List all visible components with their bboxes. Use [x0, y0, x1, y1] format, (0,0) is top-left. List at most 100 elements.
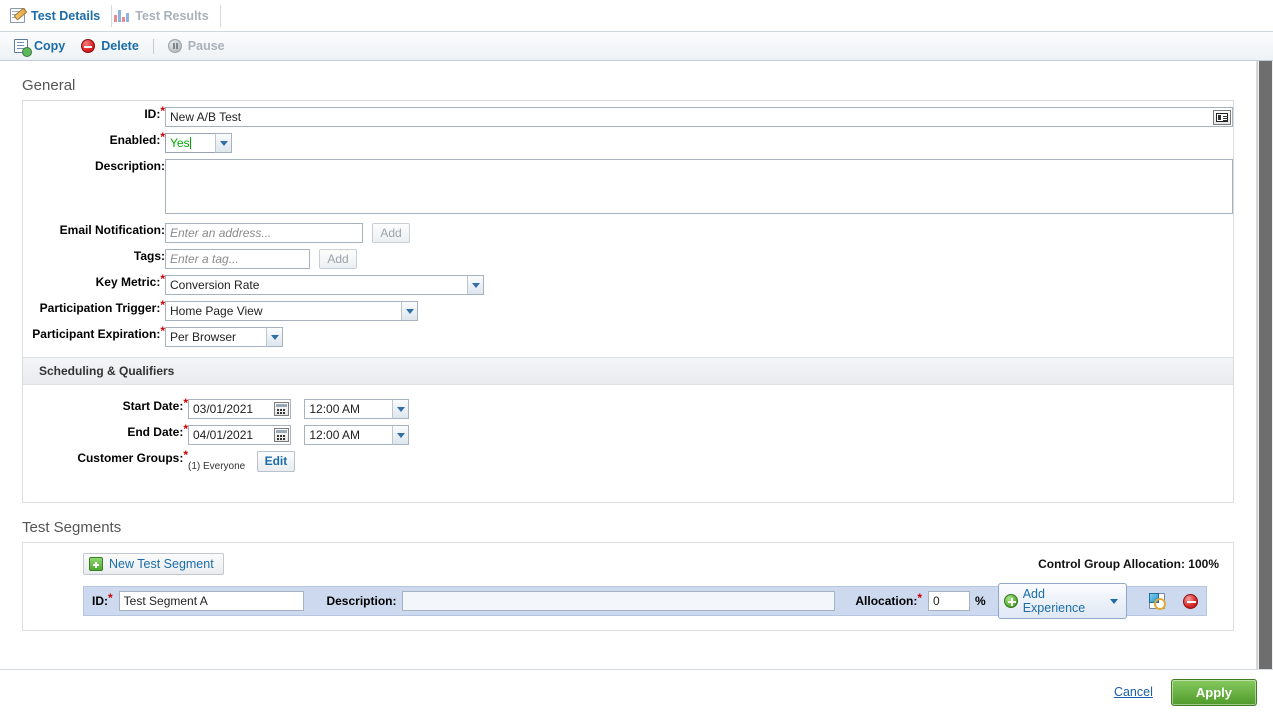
new-test-segment-button[interactable]: New Test Segment — [83, 553, 224, 575]
email-notification-input[interactable] — [165, 223, 363, 243]
email-notification-field-cell: Add — [165, 223, 1233, 243]
tags-label-cell: Tags: — [23, 249, 165, 269]
description-field-cell — [165, 159, 1233, 217]
document-edit-icon — [10, 8, 25, 23]
action-toolbar: Copy Delete Pause — [0, 32, 1273, 61]
enabled-label-cell: Enabled:* — [23, 131, 165, 153]
copy-icon — [14, 39, 32, 57]
end-date-picker — [188, 425, 291, 445]
general-form: ID:* Enabled:* — [23, 101, 1233, 347]
form-content: General ID:* New A/B Test Enabled:* Yes … — [0, 77, 1256, 661]
pause-button[interactable]: Pause — [164, 37, 237, 55]
description-label: Description: — [94, 159, 165, 173]
delete-button[interactable]: Delete — [77, 37, 151, 55]
start-date-picker — [188, 399, 291, 419]
customer-groups-value: (1) Everyone — [188, 461, 246, 472]
calendar-icon[interactable] — [274, 402, 289, 416]
email-notification-label: Email Notification: — [59, 223, 165, 237]
cancel-link[interactable]: Cancel — [1114, 685, 1153, 699]
plus-square-icon — [89, 557, 103, 571]
scrollbar-thumb[interactable] — [1259, 61, 1272, 669]
segment-description-label: Description: — [326, 594, 397, 608]
vertical-scrollbar[interactable] — [1257, 61, 1273, 714]
tab-strip: Test Details Test Results — [0, 0, 1273, 32]
start-date-label-cell: Start Date:* — [23, 397, 188, 419]
id-picker-button[interactable] — [1213, 110, 1231, 125]
key-metric-label-cell: Key Metric:* — [23, 273, 165, 295]
section-heading-test-segments: Test Segments — [22, 519, 122, 536]
segment-id-required-marker: * — [108, 591, 113, 605]
chevron-down-icon[interactable] — [266, 327, 283, 347]
scheduling-form: Start Date:* 12:00 AM — [23, 385, 410, 502]
field-row-email-notification: Email Notification: Add — [23, 223, 1233, 243]
tab-test-results-label: Test Results — [135, 8, 209, 23]
footer-action-bar: Cancel Apply — [0, 669, 1273, 714]
segment-allocation-required-marker: * — [917, 591, 923, 605]
id-input[interactable] — [165, 107, 1233, 127]
enabled-select[interactable]: Yes — [165, 133, 232, 153]
tab-test-details-label: Test Details — [31, 8, 101, 23]
participant-expiration-label-cell: Participant Expiration:* — [23, 325, 165, 347]
chevron-down-icon[interactable] — [392, 425, 410, 445]
key-metric-select[interactable]: Conversion Rate — [165, 275, 484, 295]
add-experience-button[interactable]: Add Experience — [997, 583, 1127, 619]
customer-groups-label: Customer Groups: — [77, 451, 184, 465]
pause-button-label: Pause — [187, 39, 225, 53]
plus-circle-icon — [1003, 594, 1018, 608]
delete-icon — [81, 39, 96, 53]
segment-allocation-label: Allocation:* — [855, 591, 923, 608]
segment-id-input[interactable] — [118, 591, 305, 611]
field-row-id: ID:* — [23, 105, 1233, 127]
general-panel: ID:* Enabled:* — [22, 100, 1234, 503]
field-row-participant-expiration: Participant Expiration:* Per Browser — [23, 325, 1233, 347]
copy-button[interactable]: Copy — [10, 37, 77, 57]
customer-groups-edit-button[interactable]: Edit — [256, 451, 296, 472]
chevron-down-icon[interactable] — [467, 275, 484, 295]
page-body: General ID:* New A/B Test Enabled:* Yes … — [0, 61, 1273, 714]
description-textarea[interactable] — [165, 159, 1233, 214]
email-notification-add-button[interactable]: Add — [372, 223, 410, 243]
chevron-down-icon[interactable] — [215, 133, 232, 153]
tags-input[interactable] — [165, 249, 310, 269]
chevron-down-icon[interactable] — [401, 301, 418, 321]
id-label: ID: — [144, 107, 161, 121]
segment-description-input[interactable] — [402, 591, 836, 611]
remove-minus-circle-icon[interactable] — [1182, 593, 1198, 609]
participant-expiration-label: Participant Expiration: — [32, 327, 161, 341]
segment-allocation-label-text: Allocation: — [855, 594, 918, 608]
participant-expiration-field-cell: Per Browser — [165, 327, 1233, 347]
end-date-field-cell: 12:00 AM — [188, 425, 410, 445]
enabled-label: Enabled: — [109, 133, 161, 147]
field-row-description: Description: — [23, 159, 1233, 217]
caret-down-icon — [1109, 598, 1118, 604]
chevron-down-icon[interactable] — [392, 399, 410, 419]
tab-test-details[interactable]: Test Details — [8, 4, 113, 27]
description-label-cell: Description: — [23, 159, 165, 217]
delete-button-label: Delete — [101, 39, 139, 53]
toolbar-separator — [152, 38, 154, 54]
start-date-field-cell: 12:00 AM — [188, 399, 410, 419]
bar-chart-icon — [114, 9, 130, 22]
tags-field-cell: Add — [165, 249, 1233, 269]
customer-groups-label-cell: Customer Groups:* — [23, 449, 188, 472]
copy-button-label: Copy — [34, 39, 66, 53]
participation-trigger-select[interactable]: Home Page View — [165, 301, 418, 321]
field-row-key-metric: Key Metric:* Conversion Rate — [23, 273, 1233, 295]
participant-expiration-select[interactable]: Per Browser — [165, 327, 283, 347]
enabled-field-cell: Yes — [165, 133, 1233, 153]
apply-button[interactable]: Apply — [1170, 678, 1257, 706]
tags-add-button[interactable]: Add — [319, 249, 357, 269]
subsection-heading-scheduling: Scheduling & Qualifiers — [23, 357, 1233, 385]
start-time-select[interactable]: 12:00 AM — [304, 399, 410, 419]
tab-test-results[interactable]: Test Results — [112, 4, 221, 27]
field-row-participation-trigger: Participation Trigger:* Home Page View — [23, 299, 1233, 321]
end-time-select[interactable]: 12:00 AM — [304, 425, 410, 445]
preview-search-icon[interactable] — [1148, 593, 1166, 610]
segment-allocation-input[interactable] — [928, 591, 971, 611]
field-row-end-date: End Date:* 12:00 AM — [23, 423, 410, 445]
calendar-icon[interactable] — [274, 428, 289, 442]
participation-trigger-label: Participation Trigger: — [39, 301, 161, 315]
section-heading-general: General — [22, 77, 76, 94]
email-notification-label-cell: Email Notification: — [23, 223, 165, 243]
test-segments-panel: New Test Segment Control Group Allocatio… — [22, 542, 1234, 631]
